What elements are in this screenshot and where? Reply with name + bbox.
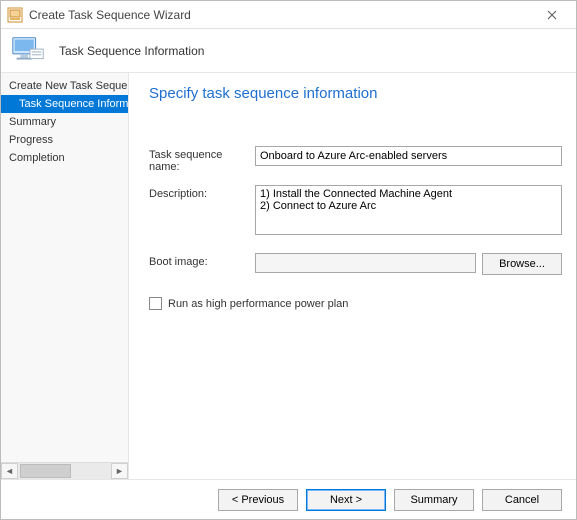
scroll-thumb[interactable] — [20, 464, 71, 478]
step-list: Create New Task SequenceTask Sequence In… — [1, 73, 128, 462]
summary-button[interactable]: Summary — [394, 489, 474, 511]
main-pane: Specify task sequence information Task s… — [129, 73, 576, 479]
step-item[interactable]: Create New Task Sequence — [1, 77, 128, 95]
boot-image-label: Boot image: — [149, 253, 255, 268]
power-plan-checkbox[interactable] — [149, 297, 162, 310]
boot-image-row: Boot image: Browse... — [149, 253, 562, 275]
sidebar-scrollbar[interactable]: ◄ ► — [1, 462, 128, 479]
task-name-row: Task sequence name: — [149, 146, 562, 173]
banner: Task Sequence Information — [1, 29, 576, 73]
next-button[interactable]: Next > — [306, 489, 386, 511]
scroll-right-button[interactable]: ► — [111, 463, 128, 479]
close-button[interactable] — [534, 5, 570, 25]
wizard-window: Create Task Sequence Wizard Task Sequenc… — [0, 0, 577, 520]
wizard-footer: < Previous Next > Summary Cancel — [1, 479, 576, 519]
window-title: Create Task Sequence Wizard — [29, 8, 528, 22]
scroll-track[interactable] — [18, 463, 111, 479]
banner-title: Task Sequence Information — [59, 44, 204, 58]
step-item[interactable]: Task Sequence Information — [1, 95, 128, 113]
step-item[interactable]: Progress — [1, 131, 128, 149]
task-name-input[interactable] — [255, 146, 562, 166]
description-input[interactable] — [255, 185, 562, 235]
description-label: Description: — [149, 185, 255, 200]
sidebar: Create New Task SequenceTask Sequence In… — [1, 73, 129, 479]
computer-icon — [9, 32, 47, 70]
scroll-left-button[interactable]: ◄ — [1, 463, 18, 479]
power-plan-row: Run as high performance power plan — [149, 297, 562, 310]
wizard-body: Create New Task SequenceTask Sequence In… — [1, 73, 576, 479]
step-item[interactable]: Summary — [1, 113, 128, 131]
step-item[interactable]: Completion — [1, 149, 128, 167]
power-plan-label: Run as high performance power plan — [168, 298, 348, 310]
description-row: Description: — [149, 185, 562, 235]
app-icon — [7, 7, 23, 23]
boot-image-input — [255, 253, 476, 273]
task-name-label: Task sequence name: — [149, 146, 255, 173]
page-heading: Specify task sequence information — [149, 85, 562, 102]
cancel-button[interactable]: Cancel — [482, 489, 562, 511]
browse-button[interactable]: Browse... — [482, 253, 562, 275]
previous-button[interactable]: < Previous — [218, 489, 298, 511]
titlebar: Create Task Sequence Wizard — [1, 1, 576, 29]
